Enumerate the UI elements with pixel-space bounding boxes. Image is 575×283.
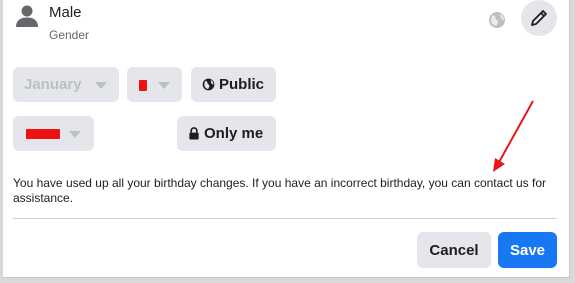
lock-icon (189, 127, 199, 140)
gender-value: Male (49, 4, 82, 21)
gender-label: Gender (49, 28, 90, 42)
person-icon (16, 5, 38, 27)
month-value: January (24, 76, 82, 93)
globe-icon (202, 78, 215, 91)
redacted-day-value (139, 80, 147, 91)
year-audience-button[interactable]: Only me (177, 116, 276, 151)
chevron-down-icon (158, 82, 170, 89)
birthday-change-limit-message: You have used up all your birthday chang… (13, 176, 546, 205)
footer-divider (13, 218, 557, 219)
month-select[interactable]: January (13, 67, 119, 102)
pencil-icon (531, 10, 547, 26)
year-select[interactable] (13, 116, 94, 151)
save-button[interactable]: Save (498, 232, 557, 268)
date-audience-button[interactable]: Public (191, 67, 276, 102)
globe-icon (489, 12, 505, 28)
edit-birthday-card: Male Gender January Public Only me You h… (3, 0, 570, 278)
chevron-down-icon (69, 131, 81, 138)
cancel-button[interactable]: Cancel (417, 232, 491, 268)
redacted-year-value (26, 129, 60, 139)
chevron-down-icon (95, 82, 107, 89)
edit-button[interactable] (521, 0, 557, 36)
year-audience-label: Only me (204, 125, 264, 142)
day-select[interactable] (127, 67, 182, 102)
date-audience-label: Public (219, 76, 265, 93)
